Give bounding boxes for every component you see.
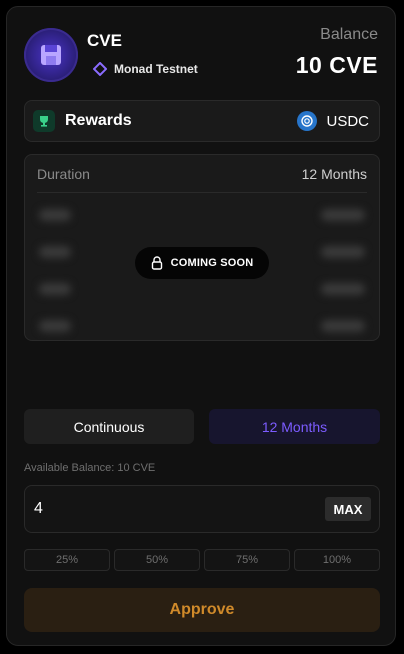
rewards-bar: Rewards USDC — [24, 100, 380, 142]
amount-value[interactable]: 4 — [34, 500, 43, 518]
reward-asset-label: USDC — [326, 113, 369, 130]
percent-75-button[interactable]: 75% — [204, 549, 290, 571]
balance-label: Balance — [320, 26, 378, 43]
blurred-row — [25, 283, 379, 297]
header-divider — [37, 192, 367, 193]
balance-value: 10 CVE — [295, 52, 378, 78]
available-balance: Available Balance: 10 CVE — [24, 462, 156, 474]
continuous-option-button[interactable]: Continuous — [24, 409, 194, 444]
duration-table: Duration 12 Months COMING SOON — [24, 154, 380, 341]
staking-card: CVE Monad Testnet Balance 10 CVE Rewards… — [6, 6, 396, 646]
twelve-months-option-button[interactable]: 12 Months — [209, 409, 380, 444]
max-button[interactable]: MAX — [325, 497, 371, 521]
token-symbol: CVE — [87, 31, 122, 50]
floppy-disk-icon — [41, 45, 61, 65]
approve-button[interactable]: Approve — [24, 588, 380, 632]
blurred-row — [25, 209, 379, 223]
percent-25-button[interactable]: 25% — [24, 549, 110, 571]
percent-100-button[interactable]: 100% — [294, 549, 380, 571]
network-label: Monad Testnet — [93, 62, 198, 76]
coming-soon-label: COMING SOON — [170, 257, 254, 269]
duration-period-header: 12 Months — [301, 166, 367, 182]
duration-header: Duration — [37, 166, 90, 182]
rewards-label: Rewards — [65, 112, 132, 129]
monad-diamond-icon — [93, 62, 107, 76]
coming-soon-badge: COMING SOON — [135, 247, 269, 279]
blurred-row — [25, 320, 379, 334]
percent-50-button[interactable]: 50% — [114, 549, 200, 571]
token-logo — [24, 28, 78, 82]
network-name: Monad Testnet — [114, 62, 198, 76]
trophy-icon — [33, 110, 55, 132]
amount-input[interactable]: 4 MAX — [24, 485, 380, 533]
lock-icon — [151, 256, 162, 270]
usdc-icon — [297, 111, 317, 131]
